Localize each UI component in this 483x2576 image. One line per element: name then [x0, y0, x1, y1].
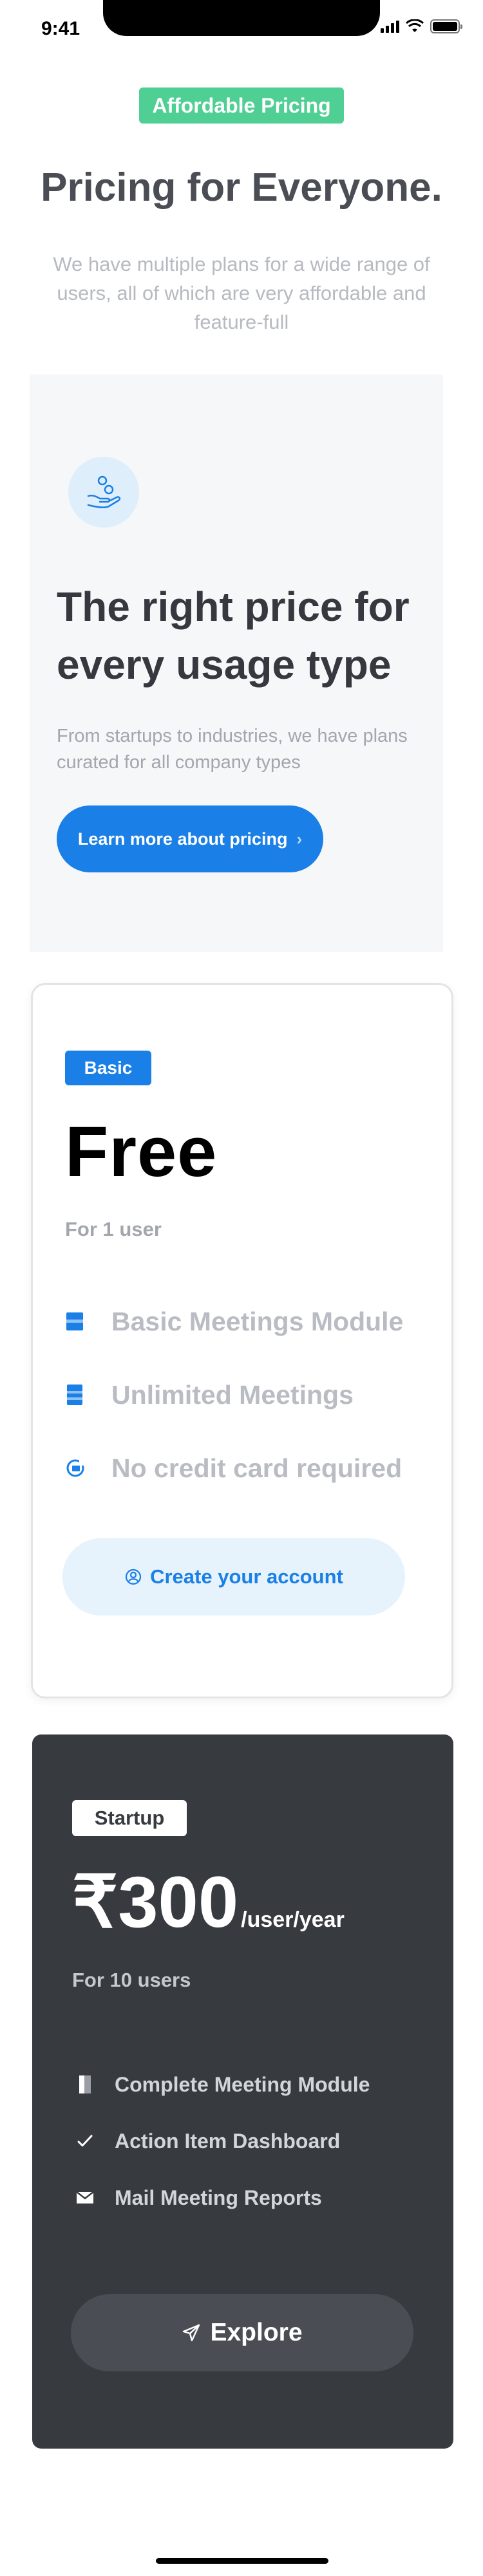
learn-more-label: Learn more about pricing — [77, 829, 288, 849]
pricing-intro-panel: The right price for every usage type Fro… — [30, 374, 443, 952]
feature-item: Complete Meeting Module — [75, 2056, 435, 2113]
feature-item: No credit card required — [65, 1431, 439, 1505]
plan-feature-list: Complete Meeting Module Action Item Dash… — [75, 2056, 435, 2226]
intro-description: From startups to industries, we have pla… — [57, 726, 408, 773]
wifi-icon — [406, 19, 424, 32]
plan-price-row: ₹300 /user/year — [72, 1861, 345, 1944]
chevron-right-icon: › — [296, 829, 303, 849]
learn-more-pricing-button[interactable]: Learn more about pricing › — [57, 805, 323, 872]
feature-label: Mail Meeting Reports — [115, 2185, 322, 2209]
feature-label: Unlimited Meetings — [111, 1379, 354, 1410]
intro-title: The right price for every usage type — [57, 584, 410, 688]
module-icon — [65, 1311, 91, 1332]
status-icons — [381, 19, 462, 33]
feature-item: Basic Meetings Module — [65, 1285, 439, 1358]
feature-label: No credit card required — [111, 1453, 402, 1483]
page-title: Pricing for Everyone. — [41, 165, 442, 210]
plan-users: For 1 user — [65, 1218, 162, 1240]
meetings-icon — [65, 1383, 91, 1406]
status-bar: 9:41 — [0, 0, 483, 58]
feature-item: Unlimited Meetings — [65, 1358, 439, 1431]
plan-price: ₹300 — [72, 1862, 239, 1942]
feature-label: Complete Meeting Module — [115, 2072, 370, 2096]
basic-plan-card: Basic Free For 1 user Basic Meetings Mod… — [31, 983, 453, 1698]
check-icon — [75, 2134, 95, 2148]
feature-item: Mail Meeting Reports — [75, 2169, 435, 2226]
create-account-button[interactable]: Create your account — [62, 1538, 405, 1615]
feature-label: Basic Meetings Module — [111, 1306, 404, 1336]
mail-icon — [75, 2190, 95, 2205]
cellular-signal-icon — [381, 20, 399, 33]
plan-price-unit: /user/year — [241, 1908, 345, 1932]
user-circle-icon — [126, 1569, 142, 1585]
page-subtitle: We have multiple plans for a wide range … — [53, 253, 430, 333]
status-time: 9:41 — [41, 18, 80, 39]
plan-badge: Basic — [65, 1051, 151, 1085]
plan-feature-list: Basic Meetings Module Unlimited Meetings… — [65, 1285, 439, 1505]
home-indicator[interactable] — [156, 2558, 328, 2564]
explore-label: Explore — [210, 2319, 303, 2346]
hand-with-coins-icon — [68, 457, 139, 528]
plan-price: Free — [65, 1112, 218, 1191]
send-icon — [183, 2324, 200, 2342]
card-icon — [65, 1458, 91, 1478]
startup-plan-card: Startup ₹300 /user/year For 10 users Com… — [32, 1734, 453, 2449]
plan-badge: Startup — [72, 1800, 187, 1836]
device-notch — [103, 0, 380, 36]
battery-icon — [430, 19, 462, 33]
feature-item: Action Item Dashboard — [75, 2113, 435, 2169]
create-account-label: Create your account — [150, 1565, 343, 1588]
affordable-pricing-badge: Affordable Pricing — [139, 87, 344, 124]
feature-label: Action Item Dashboard — [115, 2129, 341, 2153]
explore-button[interactable]: Explore — [71, 2294, 413, 2371]
plan-users: For 10 users — [72, 1969, 191, 1991]
door-icon — [75, 2074, 95, 2095]
